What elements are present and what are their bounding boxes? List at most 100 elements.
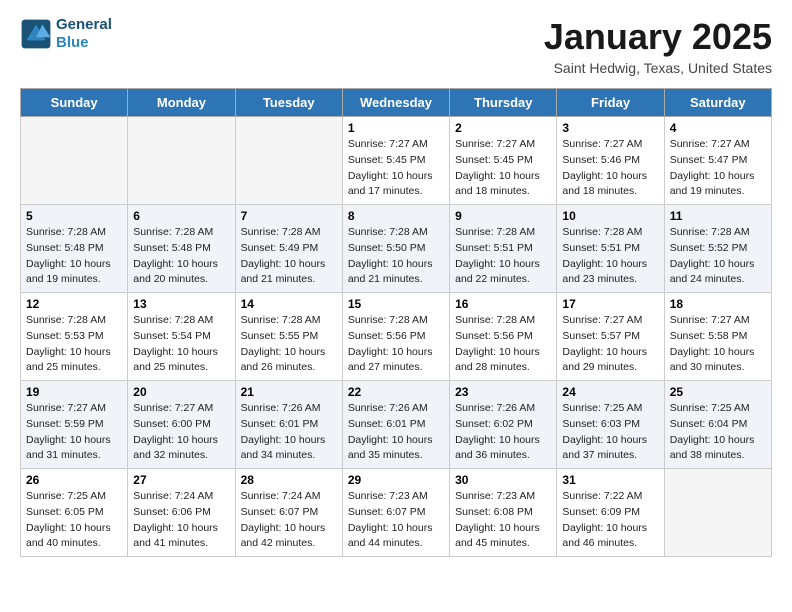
day-info: Sunrise: 7:27 AM Sunset: 5:58 PM Dayligh… bbox=[670, 313, 766, 376]
calendar-cell: 26 Sunrise: 7:25 AM Sunset: 6:05 PM Dayl… bbox=[21, 469, 128, 557]
day-info: Sunrise: 7:27 AM Sunset: 5:45 PM Dayligh… bbox=[455, 137, 551, 200]
calendar-cell: 16 Sunrise: 7:28 AM Sunset: 5:56 PM Dayl… bbox=[450, 293, 557, 381]
day-info: Sunrise: 7:28 AM Sunset: 5:56 PM Dayligh… bbox=[455, 313, 551, 376]
calendar-cell: 30 Sunrise: 7:23 AM Sunset: 6:08 PM Dayl… bbox=[450, 469, 557, 557]
col-header-friday: Friday bbox=[557, 89, 664, 117]
logo-icon bbox=[20, 18, 52, 50]
calendar-cell: 1 Sunrise: 7:27 AM Sunset: 5:45 PM Dayli… bbox=[342, 117, 449, 205]
day-info: Sunrise: 7:23 AM Sunset: 6:08 PM Dayligh… bbox=[455, 489, 551, 552]
calendar-cell: 23 Sunrise: 7:26 AM Sunset: 6:02 PM Dayl… bbox=[450, 381, 557, 469]
day-info: Sunrise: 7:25 AM Sunset: 6:05 PM Dayligh… bbox=[26, 489, 122, 552]
col-header-thursday: Thursday bbox=[450, 89, 557, 117]
logo-text-line1: General bbox=[56, 16, 112, 34]
day-number: 27 bbox=[133, 473, 229, 487]
day-number: 26 bbox=[26, 473, 122, 487]
day-number: 4 bbox=[670, 121, 766, 135]
header: General Blue January 2025 Saint Hedwig, … bbox=[20, 16, 772, 76]
day-info: Sunrise: 7:28 AM Sunset: 5:56 PM Dayligh… bbox=[348, 313, 444, 376]
calendar-table: SundayMondayTuesdayWednesdayThursdayFrid… bbox=[20, 88, 772, 557]
day-info: Sunrise: 7:25 AM Sunset: 6:03 PM Dayligh… bbox=[562, 401, 658, 464]
week-row-2: 5 Sunrise: 7:28 AM Sunset: 5:48 PM Dayli… bbox=[21, 205, 772, 293]
calendar-cell: 5 Sunrise: 7:28 AM Sunset: 5:48 PM Dayli… bbox=[21, 205, 128, 293]
day-info: Sunrise: 7:28 AM Sunset: 5:49 PM Dayligh… bbox=[241, 225, 337, 288]
title-block: January 2025 Saint Hedwig, Texas, United… bbox=[544, 16, 772, 76]
week-row-1: 1 Sunrise: 7:27 AM Sunset: 5:45 PM Dayli… bbox=[21, 117, 772, 205]
day-number: 18 bbox=[670, 297, 766, 311]
calendar-cell: 12 Sunrise: 7:28 AM Sunset: 5:53 PM Dayl… bbox=[21, 293, 128, 381]
day-info: Sunrise: 7:26 AM Sunset: 6:01 PM Dayligh… bbox=[348, 401, 444, 464]
header-row: SundayMondayTuesdayWednesdayThursdayFrid… bbox=[21, 89, 772, 117]
day-info: Sunrise: 7:27 AM Sunset: 5:57 PM Dayligh… bbox=[562, 313, 658, 376]
calendar-cell bbox=[21, 117, 128, 205]
calendar-cell: 27 Sunrise: 7:24 AM Sunset: 6:06 PM Dayl… bbox=[128, 469, 235, 557]
calendar-cell: 13 Sunrise: 7:28 AM Sunset: 5:54 PM Dayl… bbox=[128, 293, 235, 381]
day-info: Sunrise: 7:28 AM Sunset: 5:55 PM Dayligh… bbox=[241, 313, 337, 376]
calendar-cell: 20 Sunrise: 7:27 AM Sunset: 6:00 PM Dayl… bbox=[128, 381, 235, 469]
location: Saint Hedwig, Texas, United States bbox=[544, 60, 772, 76]
day-number: 8 bbox=[348, 209, 444, 223]
day-number: 25 bbox=[670, 385, 766, 399]
day-info: Sunrise: 7:25 AM Sunset: 6:04 PM Dayligh… bbox=[670, 401, 766, 464]
day-info: Sunrise: 7:28 AM Sunset: 5:51 PM Dayligh… bbox=[562, 225, 658, 288]
calendar-cell: 22 Sunrise: 7:26 AM Sunset: 6:01 PM Dayl… bbox=[342, 381, 449, 469]
day-info: Sunrise: 7:28 AM Sunset: 5:48 PM Dayligh… bbox=[26, 225, 122, 288]
calendar-cell: 24 Sunrise: 7:25 AM Sunset: 6:03 PM Dayl… bbox=[557, 381, 664, 469]
day-number: 7 bbox=[241, 209, 337, 223]
day-info: Sunrise: 7:27 AM Sunset: 6:00 PM Dayligh… bbox=[133, 401, 229, 464]
day-number: 29 bbox=[348, 473, 444, 487]
day-number: 30 bbox=[455, 473, 551, 487]
day-info: Sunrise: 7:27 AM Sunset: 5:45 PM Dayligh… bbox=[348, 137, 444, 200]
calendar-cell: 10 Sunrise: 7:28 AM Sunset: 5:51 PM Dayl… bbox=[557, 205, 664, 293]
calendar-cell: 31 Sunrise: 7:22 AM Sunset: 6:09 PM Dayl… bbox=[557, 469, 664, 557]
day-number: 10 bbox=[562, 209, 658, 223]
calendar-cell bbox=[128, 117, 235, 205]
day-number: 13 bbox=[133, 297, 229, 311]
day-number: 12 bbox=[26, 297, 122, 311]
day-info: Sunrise: 7:22 AM Sunset: 6:09 PM Dayligh… bbox=[562, 489, 658, 552]
day-number: 20 bbox=[133, 385, 229, 399]
day-number: 14 bbox=[241, 297, 337, 311]
day-number: 11 bbox=[670, 209, 766, 223]
day-number: 3 bbox=[562, 121, 658, 135]
calendar-cell: 2 Sunrise: 7:27 AM Sunset: 5:45 PM Dayli… bbox=[450, 117, 557, 205]
day-info: Sunrise: 7:27 AM Sunset: 5:47 PM Dayligh… bbox=[670, 137, 766, 200]
day-number: 17 bbox=[562, 297, 658, 311]
day-number: 24 bbox=[562, 385, 658, 399]
page: General Blue January 2025 Saint Hedwig, … bbox=[0, 0, 792, 573]
calendar-cell: 9 Sunrise: 7:28 AM Sunset: 5:51 PM Dayli… bbox=[450, 205, 557, 293]
day-number: 15 bbox=[348, 297, 444, 311]
col-header-sunday: Sunday bbox=[21, 89, 128, 117]
calendar-cell: 15 Sunrise: 7:28 AM Sunset: 5:56 PM Dayl… bbox=[342, 293, 449, 381]
logo-text-line2: Blue bbox=[56, 34, 112, 52]
week-row-5: 26 Sunrise: 7:25 AM Sunset: 6:05 PM Dayl… bbox=[21, 469, 772, 557]
calendar-cell bbox=[664, 469, 771, 557]
day-number: 5 bbox=[26, 209, 122, 223]
day-number: 19 bbox=[26, 385, 122, 399]
calendar-cell: 11 Sunrise: 7:28 AM Sunset: 5:52 PM Dayl… bbox=[664, 205, 771, 293]
day-number: 16 bbox=[455, 297, 551, 311]
calendar-cell: 21 Sunrise: 7:26 AM Sunset: 6:01 PM Dayl… bbox=[235, 381, 342, 469]
day-info: Sunrise: 7:27 AM Sunset: 5:46 PM Dayligh… bbox=[562, 137, 658, 200]
day-info: Sunrise: 7:28 AM Sunset: 5:50 PM Dayligh… bbox=[348, 225, 444, 288]
calendar-cell bbox=[235, 117, 342, 205]
day-info: Sunrise: 7:26 AM Sunset: 6:02 PM Dayligh… bbox=[455, 401, 551, 464]
day-info: Sunrise: 7:27 AM Sunset: 5:59 PM Dayligh… bbox=[26, 401, 122, 464]
calendar-cell: 28 Sunrise: 7:24 AM Sunset: 6:07 PM Dayl… bbox=[235, 469, 342, 557]
day-info: Sunrise: 7:26 AM Sunset: 6:01 PM Dayligh… bbox=[241, 401, 337, 464]
day-number: 9 bbox=[455, 209, 551, 223]
day-number: 28 bbox=[241, 473, 337, 487]
day-info: Sunrise: 7:28 AM Sunset: 5:48 PM Dayligh… bbox=[133, 225, 229, 288]
day-number: 31 bbox=[562, 473, 658, 487]
day-info: Sunrise: 7:28 AM Sunset: 5:53 PM Dayligh… bbox=[26, 313, 122, 376]
col-header-tuesday: Tuesday bbox=[235, 89, 342, 117]
calendar-cell: 25 Sunrise: 7:25 AM Sunset: 6:04 PM Dayl… bbox=[664, 381, 771, 469]
calendar-cell: 6 Sunrise: 7:28 AM Sunset: 5:48 PM Dayli… bbox=[128, 205, 235, 293]
day-number: 23 bbox=[455, 385, 551, 399]
calendar-cell: 18 Sunrise: 7:27 AM Sunset: 5:58 PM Dayl… bbox=[664, 293, 771, 381]
calendar-cell: 4 Sunrise: 7:27 AM Sunset: 5:47 PM Dayli… bbox=[664, 117, 771, 205]
calendar-cell: 7 Sunrise: 7:28 AM Sunset: 5:49 PM Dayli… bbox=[235, 205, 342, 293]
day-number: 2 bbox=[455, 121, 551, 135]
col-header-monday: Monday bbox=[128, 89, 235, 117]
day-number: 21 bbox=[241, 385, 337, 399]
week-row-4: 19 Sunrise: 7:27 AM Sunset: 5:59 PM Dayl… bbox=[21, 381, 772, 469]
